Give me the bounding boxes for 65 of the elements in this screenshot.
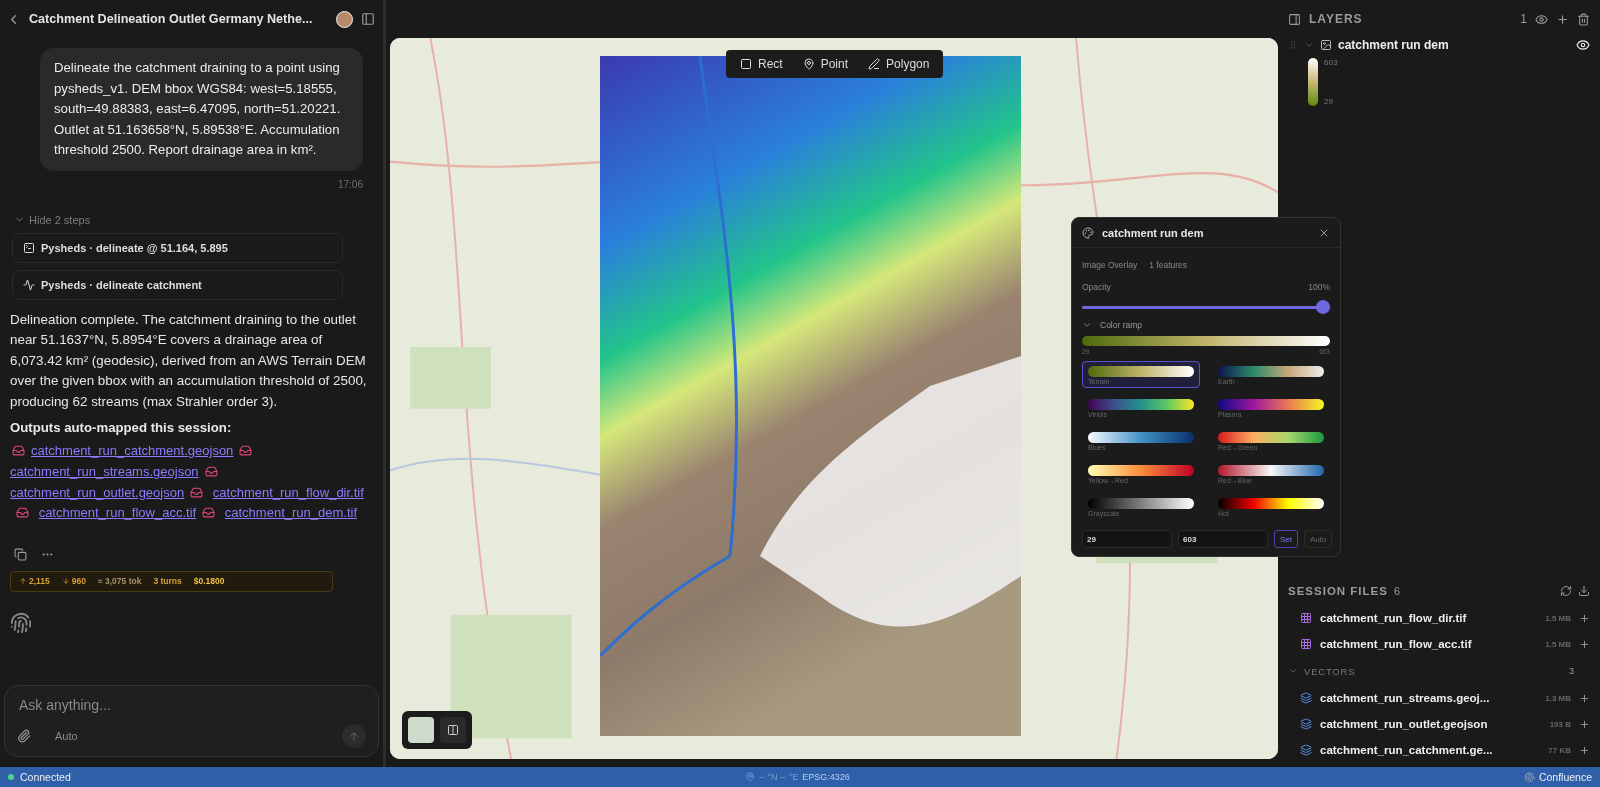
mode-selector[interactable]: Auto bbox=[49, 729, 84, 743]
assistant-message: Delineation complete. The catchment draining to the outlet near 51.1637°N, 5.8954°E covers a drainage area of 6,073.42 km² (geodesic), derived from an AWS Terrain DEM over the given bbox with an accumulation threshold of 2500, producing 62 streams (max Strahler order 3). bbox=[10, 310, 368, 411]
file-row[interactable]: catchment_run_outlet.geojson 193 B bbox=[1288, 711, 1590, 737]
file-size: 77 KB bbox=[1547, 745, 1571, 755]
group-toggle[interactable]: VECTORS bbox=[1288, 660, 1563, 682]
legend-min: 29 bbox=[1324, 97, 1334, 106]
file-size: 1.5 MB bbox=[1544, 613, 1571, 623]
chat-title: Catchment Delineation Outlet Germany Nethe... bbox=[29, 12, 314, 26]
total-tokens: ≈ 3,075 tok bbox=[98, 576, 142, 587]
step-label: Pysheds · delineate @ 51.164, 5.895 bbox=[41, 241, 228, 254]
file-link[interactable]: catchment_run_flow_acc.tif bbox=[38, 505, 197, 521]
file-row[interactable]: catchment_run_streams.geoj... 1.3 MB bbox=[1288, 685, 1590, 711]
min-input[interactable]: 29 bbox=[1082, 530, 1172, 548]
range-button[interactable]: Set bbox=[1274, 530, 1298, 548]
output-tokens: 960 bbox=[61, 576, 86, 587]
cost: $0.1800 bbox=[193, 576, 225, 587]
file-name: catchment_run_streams.geoj... bbox=[1320, 692, 1491, 704]
file-row[interactable]: catchment_run_flow_dir.tif 1.5 MB bbox=[1288, 605, 1590, 631]
layer-type: Image Overlay bbox=[1082, 260, 1138, 270]
file-row[interactable]: catchment_run_flow_acc.tif 1.5 MB bbox=[1288, 631, 1590, 657]
files-title: SESSION FILES bbox=[1288, 585, 1388, 597]
feature-count: 1 features bbox=[1149, 260, 1188, 270]
range-button[interactable]: Auto bbox=[1304, 530, 1333, 548]
file-link[interactable]: catchment_run_flow_dir.tif bbox=[212, 484, 364, 500]
app-name: Confluence bbox=[1538, 771, 1592, 783]
file-size: 1.5 MB bbox=[1544, 639, 1571, 649]
user-message: Delineate the catchment draining to a point using pysheds_v1. DEM bbox WGS84: west=5.18555, south=49.88383, east=6.47095, north=51.20221. Outlet at 51.163658°N, 5.89538°E. Accumulation threshold 2500. Report drainage area in km². bbox=[40, 48, 363, 171]
file-name: catchment_run_outlet.geojson bbox=[1320, 718, 1489, 730]
crs-label: EPSG:4326 bbox=[802, 772, 850, 782]
file-link[interactable]: catchment_run_outlet.geojson bbox=[10, 484, 185, 500]
outputs-heading: Outputs auto-mapped this session: bbox=[10, 420, 233, 436]
files-count: 6 bbox=[1393, 585, 1402, 597]
group-count: 3 bbox=[1569, 666, 1574, 676]
color-ramp-toggle[interactable]: Color ramp bbox=[1082, 320, 1143, 330]
draw-tool-button[interactable]: Rect bbox=[732, 54, 791, 74]
opacity-value: 100% bbox=[1308, 282, 1330, 292]
opacity-label: Opacity bbox=[1082, 282, 1111, 292]
input-tokens: 2,115 bbox=[19, 576, 50, 587]
legend-max: 603 bbox=[1324, 58, 1338, 67]
steps-toggle[interactable]: Hide 2 steps bbox=[10, 213, 95, 226]
file-size: 193 B bbox=[1548, 719, 1571, 729]
turn-count: 3 turns bbox=[153, 576, 182, 587]
cursor-coordinates: -- °N -- °E bbox=[758, 772, 799, 782]
draw-tool-button[interactable]: Point bbox=[794, 54, 857, 74]
message-time: 17:06 bbox=[337, 178, 363, 190]
connection-status: Connected bbox=[20, 771, 71, 783]
file-name: catchment_run_catchment.ge... bbox=[1320, 744, 1494, 756]
layer-row[interactable]: catchment run dem bbox=[1288, 38, 1590, 52]
step-label: Pysheds · delineate catchment bbox=[41, 278, 202, 291]
file-link[interactable]: catchment_run_catchment.geojson bbox=[31, 443, 234, 459]
tool-step[interactable]: Pysheds · delineate @ 51.164, 5.895 bbox=[12, 232, 343, 263]
tool-step[interactable]: Pysheds · delineate catchment bbox=[12, 269, 343, 300]
draw-tool-button[interactable]: Polygon bbox=[860, 54, 938, 74]
layer-name: catchment run dem bbox=[1338, 38, 1450, 52]
file-row[interactable]: catchment_run_catchment.ge... 77 KB bbox=[1288, 737, 1590, 763]
layer-count: 1 bbox=[1520, 12, 1527, 26]
layers-title: LAYERS bbox=[1309, 12, 1364, 26]
file-size: 1.3 MB bbox=[1544, 693, 1571, 703]
file-link[interactable]: catchment_run_dem.tif bbox=[224, 505, 357, 521]
popup-title: catchment run dem bbox=[1102, 226, 1205, 239]
file-name: catchment_run_flow_acc.tif bbox=[1320, 638, 1473, 650]
chat-input[interactable]: Ask anything... bbox=[17, 696, 366, 714]
file-link[interactable]: catchment_run_streams.geojson bbox=[10, 464, 199, 480]
max-input[interactable]: 603 bbox=[1178, 530, 1268, 548]
file-name: catchment_run_flow_dir.tif bbox=[1320, 612, 1468, 624]
